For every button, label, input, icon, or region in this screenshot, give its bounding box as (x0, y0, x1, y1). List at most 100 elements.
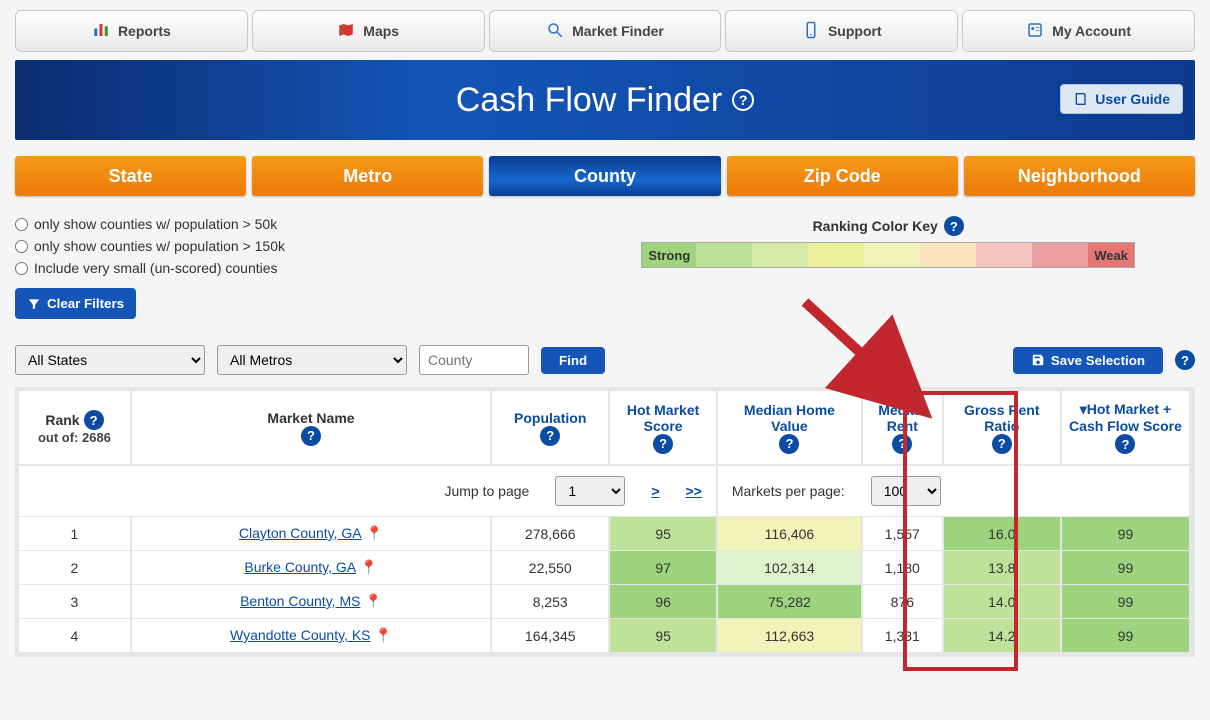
results-table: Rank? out of: 2686 Market Name ? Populat… (15, 387, 1195, 657)
col-median-home-value[interactable]: Median Home Value ? (718, 391, 863, 466)
help-icon[interactable]: ? (84, 410, 104, 430)
col-rank-label: Rank (45, 412, 79, 428)
perpage-select[interactable]: 100 (871, 476, 941, 506)
help-icon[interactable]: ? (944, 216, 964, 236)
market-link[interactable]: Benton County, MS (240, 593, 360, 609)
cell-market-name: Wyandotte County, KS 📍 (132, 619, 492, 653)
tab-county[interactable]: County (489, 156, 720, 196)
topnav-reports[interactable]: Reports (15, 10, 248, 52)
cell-score: 99 (1062, 585, 1191, 619)
filter-radio-2[interactable]: Include very small (un-scored) counties (15, 260, 285, 276)
col-hot-market-score[interactable]: Hot Market Score ? (610, 391, 718, 466)
save-icon (1031, 353, 1045, 367)
cell-mhv: 112,663 (718, 619, 863, 653)
topnav-phone[interactable]: Support (725, 10, 958, 52)
market-link[interactable]: Wyandotte County, KS (230, 627, 370, 643)
radio-label: Include very small (un-scored) counties (34, 260, 278, 276)
cell-population: 164,345 (492, 619, 610, 653)
cell-rank: 1 (19, 517, 132, 551)
color-key-scale: StrongWeak (641, 242, 1135, 268)
reports-icon (92, 21, 110, 42)
geo-tabs: StateMetroCountyZip CodeNeighborhood (15, 156, 1195, 196)
jump-label: Jump to page (444, 483, 529, 499)
page-title-text: Cash Flow Finder (456, 81, 722, 120)
last-page-link[interactable]: >> (686, 483, 702, 499)
help-icon[interactable]: ? (653, 434, 673, 454)
cell-population: 8,253 (492, 585, 610, 619)
save-selection-button[interactable]: Save Selection (1013, 347, 1163, 374)
col-market-name[interactable]: Market Name ? (132, 391, 492, 466)
user-guide-button[interactable]: User Guide (1060, 84, 1183, 114)
help-icon[interactable]: ? (1115, 434, 1135, 454)
topnav-maps[interactable]: Maps (252, 10, 485, 52)
col-name-label: Market Name (267, 410, 354, 426)
phone-icon (802, 21, 820, 42)
topnav-label: Support (828, 23, 882, 39)
cell-rank: 4 (19, 619, 132, 653)
radio-label: only show counties w/ population > 50k (34, 216, 277, 232)
next-page-link[interactable]: > (651, 483, 659, 499)
cell-market-name: Benton County, MS📍 (132, 585, 492, 619)
filter-options: only show counties w/ population > 50k on… (15, 216, 285, 319)
radio-input[interactable] (15, 240, 28, 253)
county-input[interactable] (419, 345, 529, 375)
map-pin-icon[interactable]: 📍 (364, 593, 381, 609)
search-controls: All States All Metros Find Save Selectio… (15, 345, 1195, 375)
book-icon (1073, 91, 1089, 107)
tab-state[interactable]: State (15, 156, 246, 196)
clear-filters-button[interactable]: Clear Filters (15, 288, 136, 319)
tab-zip-code[interactable]: Zip Code (727, 156, 958, 196)
help-icon[interactable]: ? (732, 89, 754, 111)
col-median-rent[interactable]: Median Rent ? (863, 391, 944, 466)
color-key-cell (808, 243, 864, 267)
help-icon[interactable]: ? (301, 426, 321, 446)
col-rank[interactable]: Rank? out of: 2686 (19, 391, 132, 466)
filter-radio-0[interactable]: only show counties w/ population > 50k (15, 216, 285, 232)
filter-radio-1[interactable]: only show counties w/ population > 150k (15, 238, 285, 254)
radio-input[interactable] (15, 218, 28, 231)
cell-market-name: Clayton County, GA📍 (132, 517, 492, 551)
perpage-label: Markets per page: (732, 483, 845, 499)
col-hms-label: Hot Market Score (616, 402, 710, 434)
topnav-label: Maps (363, 23, 399, 39)
market-link[interactable]: Clayton County, GA (239, 525, 362, 541)
cell-grr: 13.8 (944, 551, 1062, 585)
map-pin-icon[interactable]: 📍 (366, 525, 383, 541)
state-select[interactable]: All States (15, 345, 205, 375)
topnav-account[interactable]: My Account (962, 10, 1195, 52)
radio-label: only show counties w/ population > 150k (34, 238, 285, 254)
help-icon[interactable]: ? (1175, 350, 1195, 370)
tab-metro[interactable]: Metro (252, 156, 483, 196)
col-gross-rent-ratio[interactable]: Gross Rent Ratio ? (944, 391, 1062, 466)
cell-mhv: 116,406 (718, 517, 863, 551)
help-icon[interactable]: ? (779, 434, 799, 454)
filters-row: only show counties w/ population > 50k on… (15, 216, 1195, 319)
maps-icon (337, 21, 355, 42)
col-population[interactable]: Population ? (492, 391, 610, 466)
find-button[interactable]: Find (541, 347, 605, 374)
cell-hms: 97 (610, 551, 718, 585)
filter-icon (27, 297, 41, 311)
jump-page-select[interactable]: 1 (555, 476, 625, 506)
topnav-label: My Account (1052, 23, 1131, 39)
cell-population: 22,550 (492, 551, 610, 585)
cell-market-name: Burke County, GA📍 (132, 551, 492, 585)
col-grr-label: Gross Rent Ratio (950, 402, 1054, 434)
radio-input[interactable] (15, 262, 28, 275)
col-score-label: Hot Market + Cash Flow Score (1069, 401, 1182, 434)
help-icon[interactable]: ? (992, 434, 1012, 454)
help-icon[interactable]: ? (540, 426, 560, 446)
cell-mhv: 75,282 (718, 585, 863, 619)
topnav-search[interactable]: Market Finder (489, 10, 722, 52)
tab-neighborhood[interactable]: Neighborhood (964, 156, 1195, 196)
topnav-label: Reports (118, 23, 171, 39)
color-key-cell (976, 243, 1032, 267)
market-link[interactable]: Burke County, GA (244, 559, 356, 575)
help-icon[interactable]: ? (892, 434, 912, 454)
cell-grr: 14.2 (944, 619, 1062, 653)
color-key-cell (696, 243, 752, 267)
col-combined-score[interactable]: ▾Hot Market + Cash Flow Score ? (1062, 391, 1191, 466)
metro-select[interactable]: All Metros (217, 345, 407, 375)
map-pin-icon[interactable]: 📍 (375, 627, 392, 643)
map-pin-icon[interactable]: 📍 (360, 559, 377, 575)
